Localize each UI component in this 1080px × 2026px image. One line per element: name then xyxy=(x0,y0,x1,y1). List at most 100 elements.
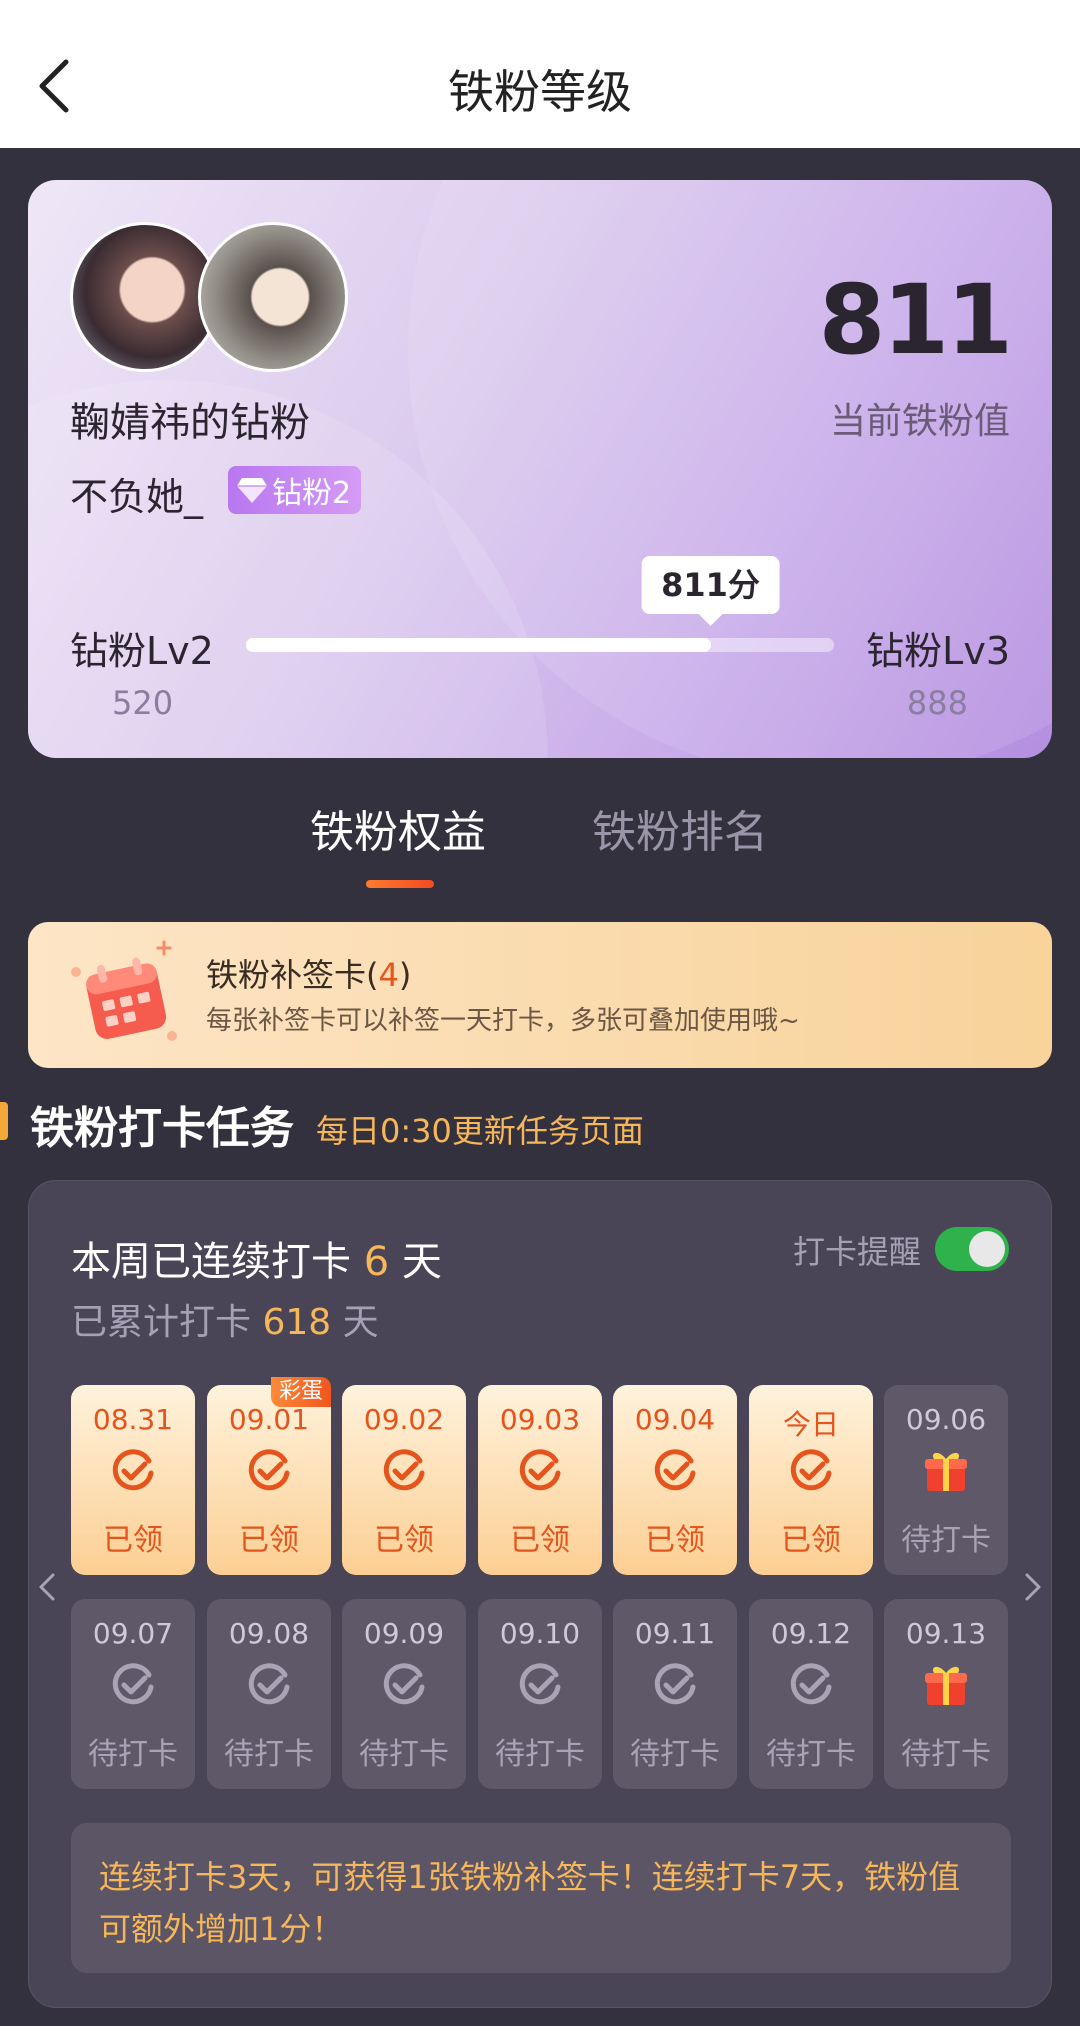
progress-tooltip: 811分 xyxy=(641,556,780,626)
checkin-day-status: 待打卡 xyxy=(766,1737,856,1772)
check-circle-icon xyxy=(245,1661,293,1709)
next-level-label: 钻粉Lv3 xyxy=(866,629,1010,673)
check-circle-icon xyxy=(380,1661,428,1709)
checkin-day-date: 09.12 xyxy=(770,1617,852,1650)
section-accent-bar xyxy=(0,1102,8,1140)
checkin-section-subtitle: 每日0:30更新任务页面 xyxy=(316,1112,644,1150)
checkin-reminder-label: 打卡提醒 xyxy=(792,1233,921,1271)
checkin-day-status: 已领 xyxy=(239,1523,299,1558)
checkin-day-cell[interactable]: 09.02 已领 xyxy=(342,1385,466,1575)
checkin-day-date: 09.08 xyxy=(228,1617,310,1650)
checkin-day-cell[interactable]: 09.03 已领 xyxy=(478,1385,602,1575)
checkin-day-date: 09.10 xyxy=(499,1617,581,1650)
checkin-day-cell[interactable]: 09.01 已领 彩蛋 xyxy=(207,1377,331,1575)
checkin-day-date: 09.02 xyxy=(363,1403,445,1436)
idol-avatar[interactable] xyxy=(198,222,348,372)
level-progress-fill xyxy=(246,638,711,652)
check-circle-icon xyxy=(787,1447,835,1495)
tab-fan-ranking[interactable]: 铁粉排名 xyxy=(592,796,768,860)
fan-level-card: 鞠婧祎的钻粉 不负她_ 钻粉2 811 当前铁粉值 811分 钻粉Lv2 520… xyxy=(28,180,1052,758)
checkin-day-status: 待打卡 xyxy=(630,1737,720,1772)
check-circle-icon xyxy=(651,1447,699,1495)
weekly-streak-days: 6 xyxy=(363,1239,390,1285)
checkin-day-cell[interactable]: 09.09 待打卡 xyxy=(342,1599,466,1789)
checkin-day-date: 09.04 xyxy=(634,1403,716,1436)
checkin-day-status: 待打卡 xyxy=(901,1523,991,1558)
checkin-day-date: 09.01 xyxy=(228,1403,310,1436)
current-level-label: 钻粉Lv2 xyxy=(70,629,214,673)
checkin-day-cell[interactable]: 09.07 待打卡 xyxy=(71,1599,195,1789)
checkin-reminder-toggle[interactable] xyxy=(935,1227,1009,1271)
checkin-day-status: 已领 xyxy=(103,1523,163,1558)
checkin-day-date: 09.03 xyxy=(499,1403,581,1436)
toggle-knob xyxy=(969,1231,1005,1267)
checkin-day-date: 08.31 xyxy=(92,1403,174,1436)
checkin-task-panel: 本周已连续打卡 6 天 已累计打卡 618 天 打卡提醒 08.31 已领 09.0… xyxy=(28,1180,1052,2008)
checkin-day-cell[interactable]: 09.10 待打卡 xyxy=(478,1599,602,1789)
check-circle-icon xyxy=(787,1661,835,1709)
calendar-icon xyxy=(68,938,188,1050)
check-circle-icon xyxy=(109,1661,157,1709)
makeup-card-count: 4 xyxy=(378,956,399,994)
checkin-day-cell[interactable]: 09.11 待打卡 xyxy=(613,1599,737,1789)
checkin-rules-tip: 连续打卡3天，可获得1张铁粉补签卡！连续打卡7天，铁粉值可额外增加1分！ xyxy=(71,1823,1011,1973)
fan-score-label: 当前铁粉值 xyxy=(829,401,1010,442)
tab-bar: 铁粉权益 铁粉排名 xyxy=(0,796,1080,896)
checkin-day-cell[interactable]: 09.13 待打卡 xyxy=(884,1599,1008,1789)
easter-egg-tag: 彩蛋 xyxy=(270,1377,331,1407)
checkin-day-date: 09.11 xyxy=(634,1617,716,1650)
user-name: 不负她_ xyxy=(70,475,204,519)
total-checkins: 已累计打卡 618 天 xyxy=(71,1302,379,1343)
checkin-day-status: 待打卡 xyxy=(359,1737,449,1772)
active-tab-indicator xyxy=(366,880,434,888)
chevron-right-icon xyxy=(1025,1573,1041,1601)
checkin-day-status: 已领 xyxy=(374,1523,434,1558)
makeup-card-title: 铁粉补签卡(4) xyxy=(206,956,412,994)
level-progress-bar xyxy=(246,638,834,652)
checkin-day-cell[interactable]: 09.06 待打卡 xyxy=(884,1385,1008,1575)
checkin-day-date: 09.09 xyxy=(363,1617,445,1650)
check-circle-icon xyxy=(651,1661,699,1709)
checkin-day-status: 待打卡 xyxy=(901,1737,991,1772)
check-circle-icon xyxy=(380,1447,428,1495)
total-checkin-days: 618 xyxy=(262,1302,332,1343)
check-circle-icon xyxy=(516,1447,564,1495)
checkin-day-date: 今日 xyxy=(782,1408,839,1441)
top-nav-bar: 铁粉等级 xyxy=(0,0,1080,148)
checkin-day-status: 待打卡 xyxy=(88,1737,178,1772)
current-level-threshold: 520 xyxy=(112,684,174,722)
fan-score-value: 811 xyxy=(818,264,1013,376)
checkin-day-status: 待打卡 xyxy=(224,1737,314,1772)
checkin-day-cell[interactable]: 09.08 待打卡 xyxy=(207,1599,331,1789)
checkin-day-cell[interactable]: 08.31 已领 xyxy=(71,1385,195,1575)
level-badge: 钻粉2 xyxy=(228,466,362,514)
gift-icon xyxy=(922,1447,970,1495)
makeup-card-description: 每张补签卡可以补签一天打卡，多张可叠加使用哦~ xyxy=(206,1006,800,1036)
checkin-day-status: 已领 xyxy=(510,1523,570,1558)
makeup-checkin-card[interactable]: 铁粉补签卡(4) 每张补签卡可以补签一天打卡，多张可叠加使用哦~ xyxy=(28,922,1052,1068)
checkin-day-cell[interactable]: 今日 已领 xyxy=(749,1385,873,1575)
next-week-arrow[interactable] xyxy=(1017,1567,1047,1607)
weekly-streak: 本周已连续打卡 6 天 xyxy=(71,1239,442,1285)
diamond-icon xyxy=(237,478,267,503)
checkin-section-title: 铁粉打卡任务 xyxy=(30,1103,294,1154)
page-title: 铁粉等级 xyxy=(448,65,632,119)
check-circle-icon xyxy=(245,1447,293,1495)
checkin-day-date: 09.13 xyxy=(905,1617,987,1650)
fan-group-title: 鞠婧祎的钻粉 xyxy=(70,400,310,446)
checkin-day-cell[interactable]: 09.12 待打卡 xyxy=(749,1599,873,1789)
checkin-day-date: 09.06 xyxy=(905,1403,987,1436)
check-circle-icon xyxy=(516,1661,564,1709)
next-level-threshold: 888 xyxy=(906,684,968,722)
checkin-day-cell[interactable]: 09.04 已领 xyxy=(613,1385,737,1575)
tab-fan-benefits[interactable]: 铁粉权益 xyxy=(310,796,486,860)
chevron-left-icon xyxy=(39,1573,55,1601)
checkin-day-status: 已领 xyxy=(645,1523,705,1558)
level-badge-label: 钻粉2 xyxy=(272,476,352,511)
check-circle-icon xyxy=(109,1447,157,1495)
checkin-day-status: 已领 xyxy=(781,1523,841,1558)
prev-week-arrow[interactable] xyxy=(33,1567,63,1607)
checkin-day-date: 09.07 xyxy=(92,1617,174,1650)
gift-icon xyxy=(922,1661,970,1709)
checkin-day-status: 待打卡 xyxy=(495,1737,585,1772)
